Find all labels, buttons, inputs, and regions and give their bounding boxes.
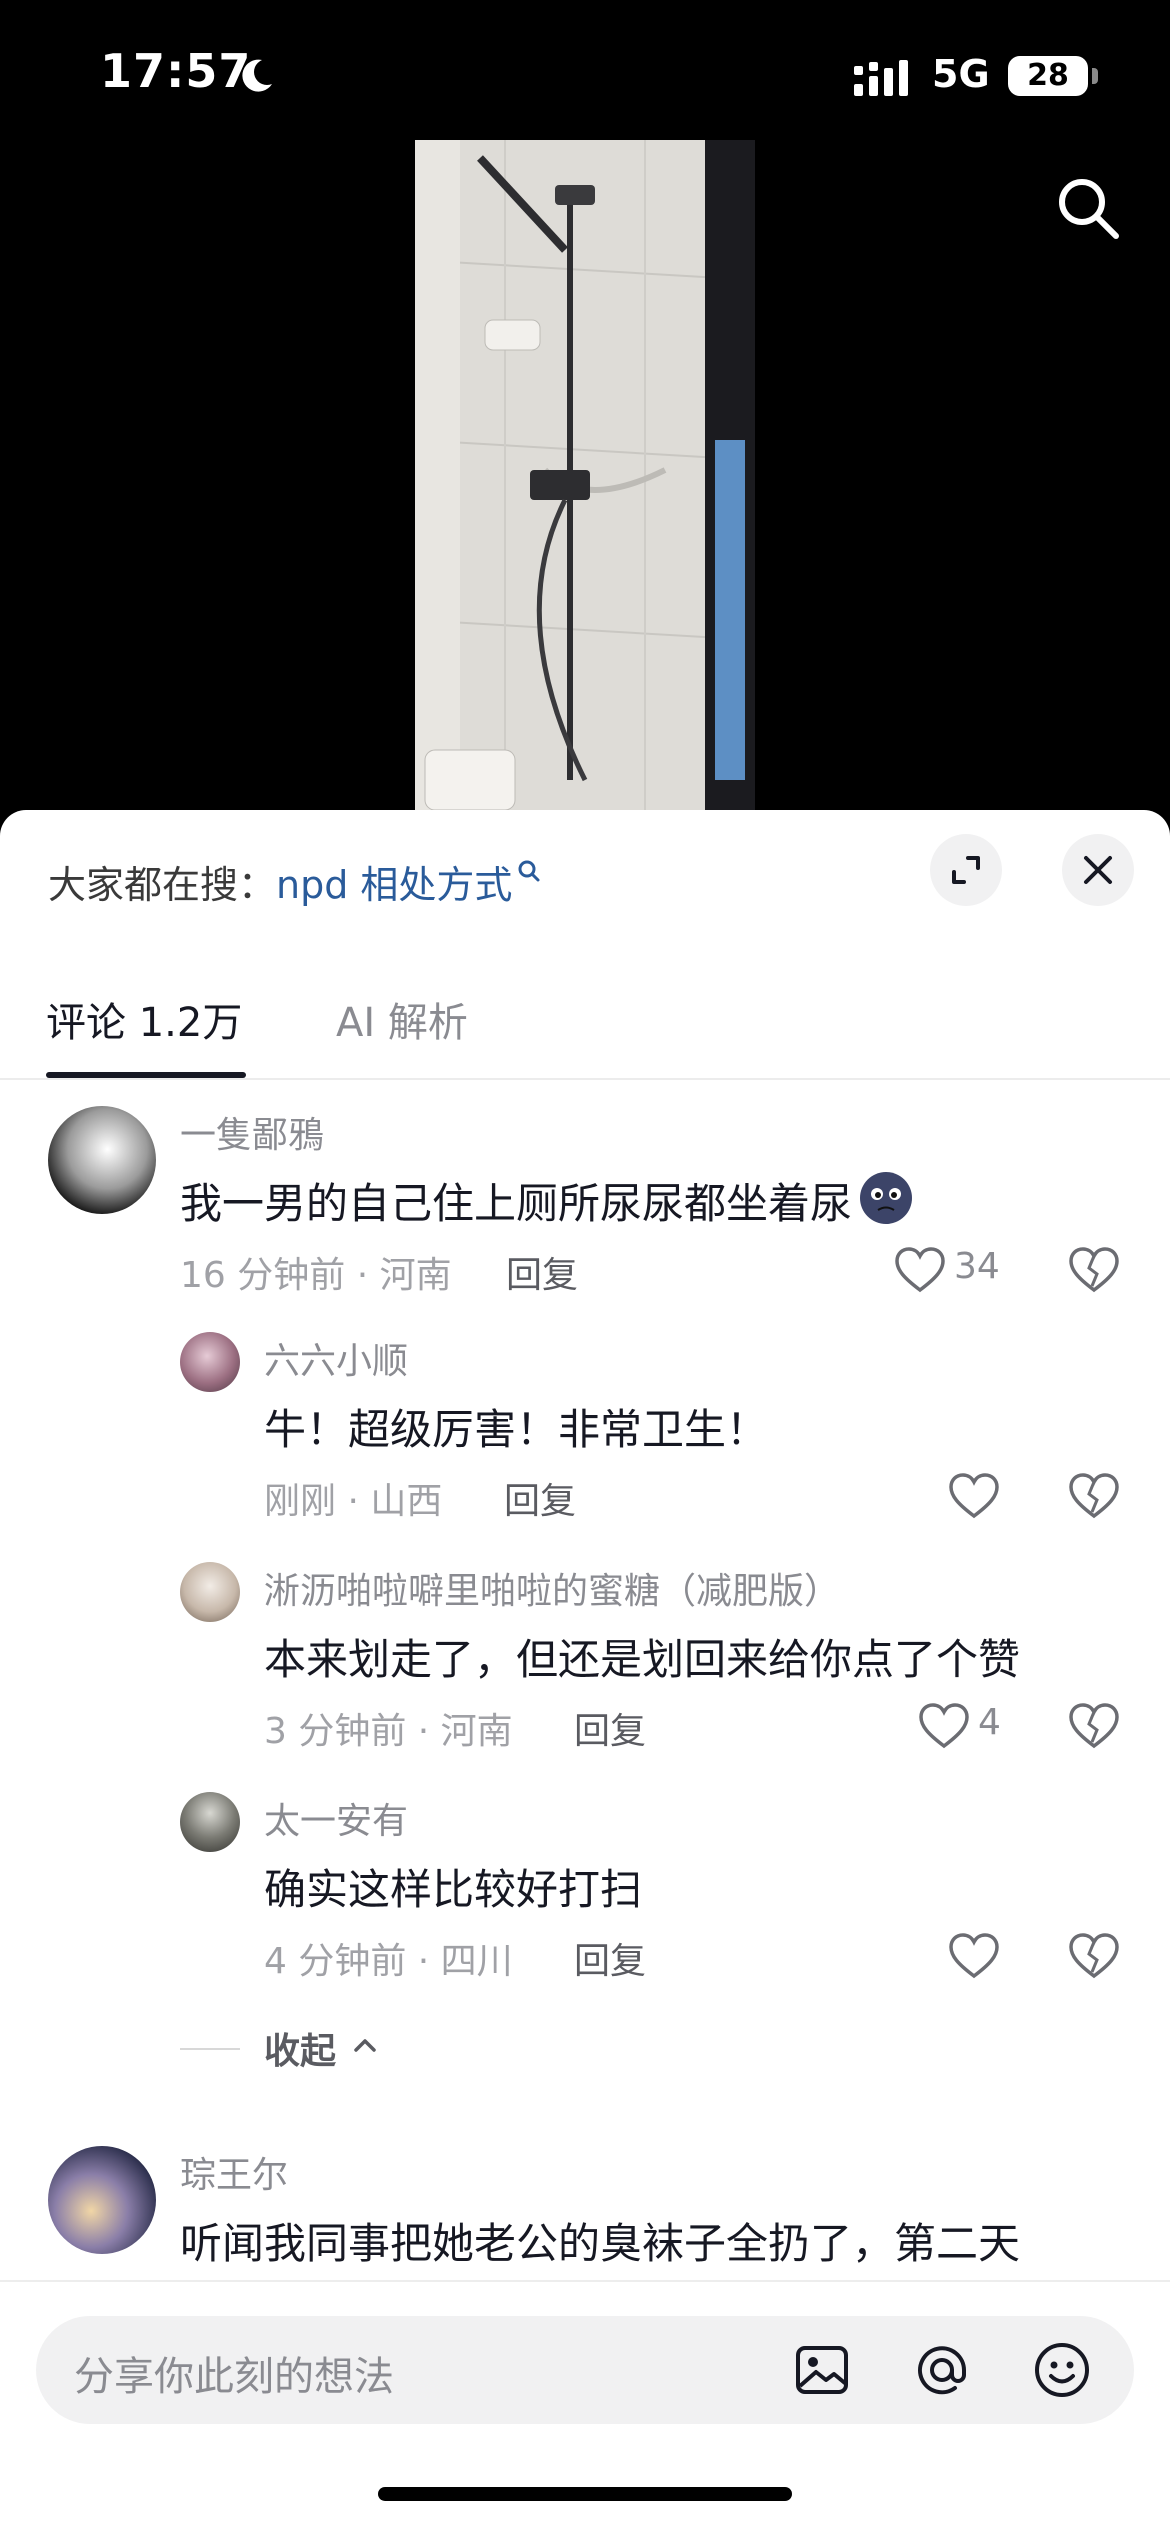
signal-icon [854,60,908,96]
video-player[interactable] [415,140,755,810]
collapse-replies-button[interactable]: 收起 [264,2022,336,2074]
comment-text: 本来划走了，但还是划回来给你点了个赞 [264,1635,1021,1684]
like-icon[interactable] [894,1246,946,1294]
battery-level: 28 [1027,58,1069,93]
tab-ai-analysis[interactable]: AI 解析 [336,990,468,1048]
emoji-icon[interactable] [1032,2340,1092,2400]
comment-username[interactable]: 六六小顺 [264,1332,408,1384]
avatar[interactable] [48,2146,156,2254]
comment-meta: 刚刚 · 山西 [264,1481,443,1522]
like-icon[interactable] [948,1932,1000,1980]
reply-button[interactable]: 回复 [504,1472,576,1524]
home-indicator[interactable] [378,2487,792,2501]
dislike-icon[interactable] [1068,1932,1120,1980]
hot-search-label: 大家都在搜： [48,863,277,907]
comment-username[interactable]: 淅沥啪啦噼里啪啦的蜜糖（减肥版） [264,1562,840,1614]
like-icon[interactable] [948,1472,1000,1520]
dislike-icon[interactable] [1068,1702,1120,1750]
status-bar: 17:57 5G 28 [0,0,1170,150]
reply-button[interactable]: 回复 [506,1246,578,1298]
comment-meta: 16 分钟前 · 河南 [180,1255,452,1296]
comment-text: 我一男的自己住上厕所尿尿都坐着尿 [180,1170,914,1231]
network-type: 5G [932,52,990,96]
mention-icon[interactable] [912,2340,972,2400]
comment-username[interactable]: 一隻鄙鴉 [180,1106,324,1158]
video-frame-image [415,140,755,810]
image-icon[interactable] [792,2340,852,2400]
comment-sheet: 大家都在搜：npd 相处方式 评论 1.2万 AI 解析 一隻鄙鴉 我一男的自己… [0,810,1170,2532]
status-time: 17:57 [100,44,252,98]
dislike-icon[interactable] [1068,1246,1120,1294]
comment-text-body: 我一男的自己住上厕所尿尿都坐着尿 [180,1179,853,1228]
comment-text: 确实这样比较好打扫 [264,1865,643,1914]
dislike-icon[interactable] [1068,1472,1120,1520]
search-icon[interactable] [1052,172,1122,242]
reply-button[interactable]: 回复 [574,1702,646,1754]
comment-meta: 4 分钟前 · 四川 [264,1941,513,1982]
moon-icon [242,59,272,92]
comment-username[interactable]: 琮王尔 [180,2146,288,2198]
comment-meta: 3 分钟前 · 河南 [264,1711,513,1752]
hot-search-term[interactable]: npd 相处方式 [276,863,512,907]
reply-button[interactable]: 回复 [574,1932,646,1984]
hot-search-bar[interactable]: 大家都在搜：npd 相处方式 [48,854,542,909]
comment-input[interactable]: 分享你此刻的想法 [36,2316,1134,2424]
expand-icon [952,856,980,884]
avatar[interactable] [180,1332,240,1392]
expand-button[interactable] [930,834,1002,906]
like-icon[interactable] [918,1702,970,1750]
small-search-icon [518,860,540,882]
collapse-divider [180,2048,240,2050]
close-icon [1084,856,1112,884]
chevron-up-icon[interactable] [352,2032,378,2058]
tab-bar: 评论 1.2万 AI 解析 [0,960,1170,1080]
comment-text: 牛！超级厉害！非常卫生！ [264,1405,769,1454]
battery-icon: 28 [1008,56,1088,96]
dark-face-emoji-icon [860,1172,913,1224]
avatar[interactable] [180,1792,240,1852]
like-count: 34 [954,1246,1000,1287]
comment-username[interactable]: 太一安有 [264,1792,408,1844]
avatar[interactable] [180,1562,240,1622]
close-button[interactable] [1062,834,1134,906]
active-tab-indicator [46,1072,246,1078]
avatar[interactable] [48,1106,156,1214]
tab-comments[interactable]: 评论 1.2万 [46,990,242,1048]
like-count: 4 [978,1702,1001,1743]
comment-input-placeholder: 分享你此刻的想法 [74,2354,394,2400]
comment-text: 听闻我同事把她老公的臭袜子全扔了，第二天 [180,2219,1021,2268]
battery-tip [1092,68,1098,84]
